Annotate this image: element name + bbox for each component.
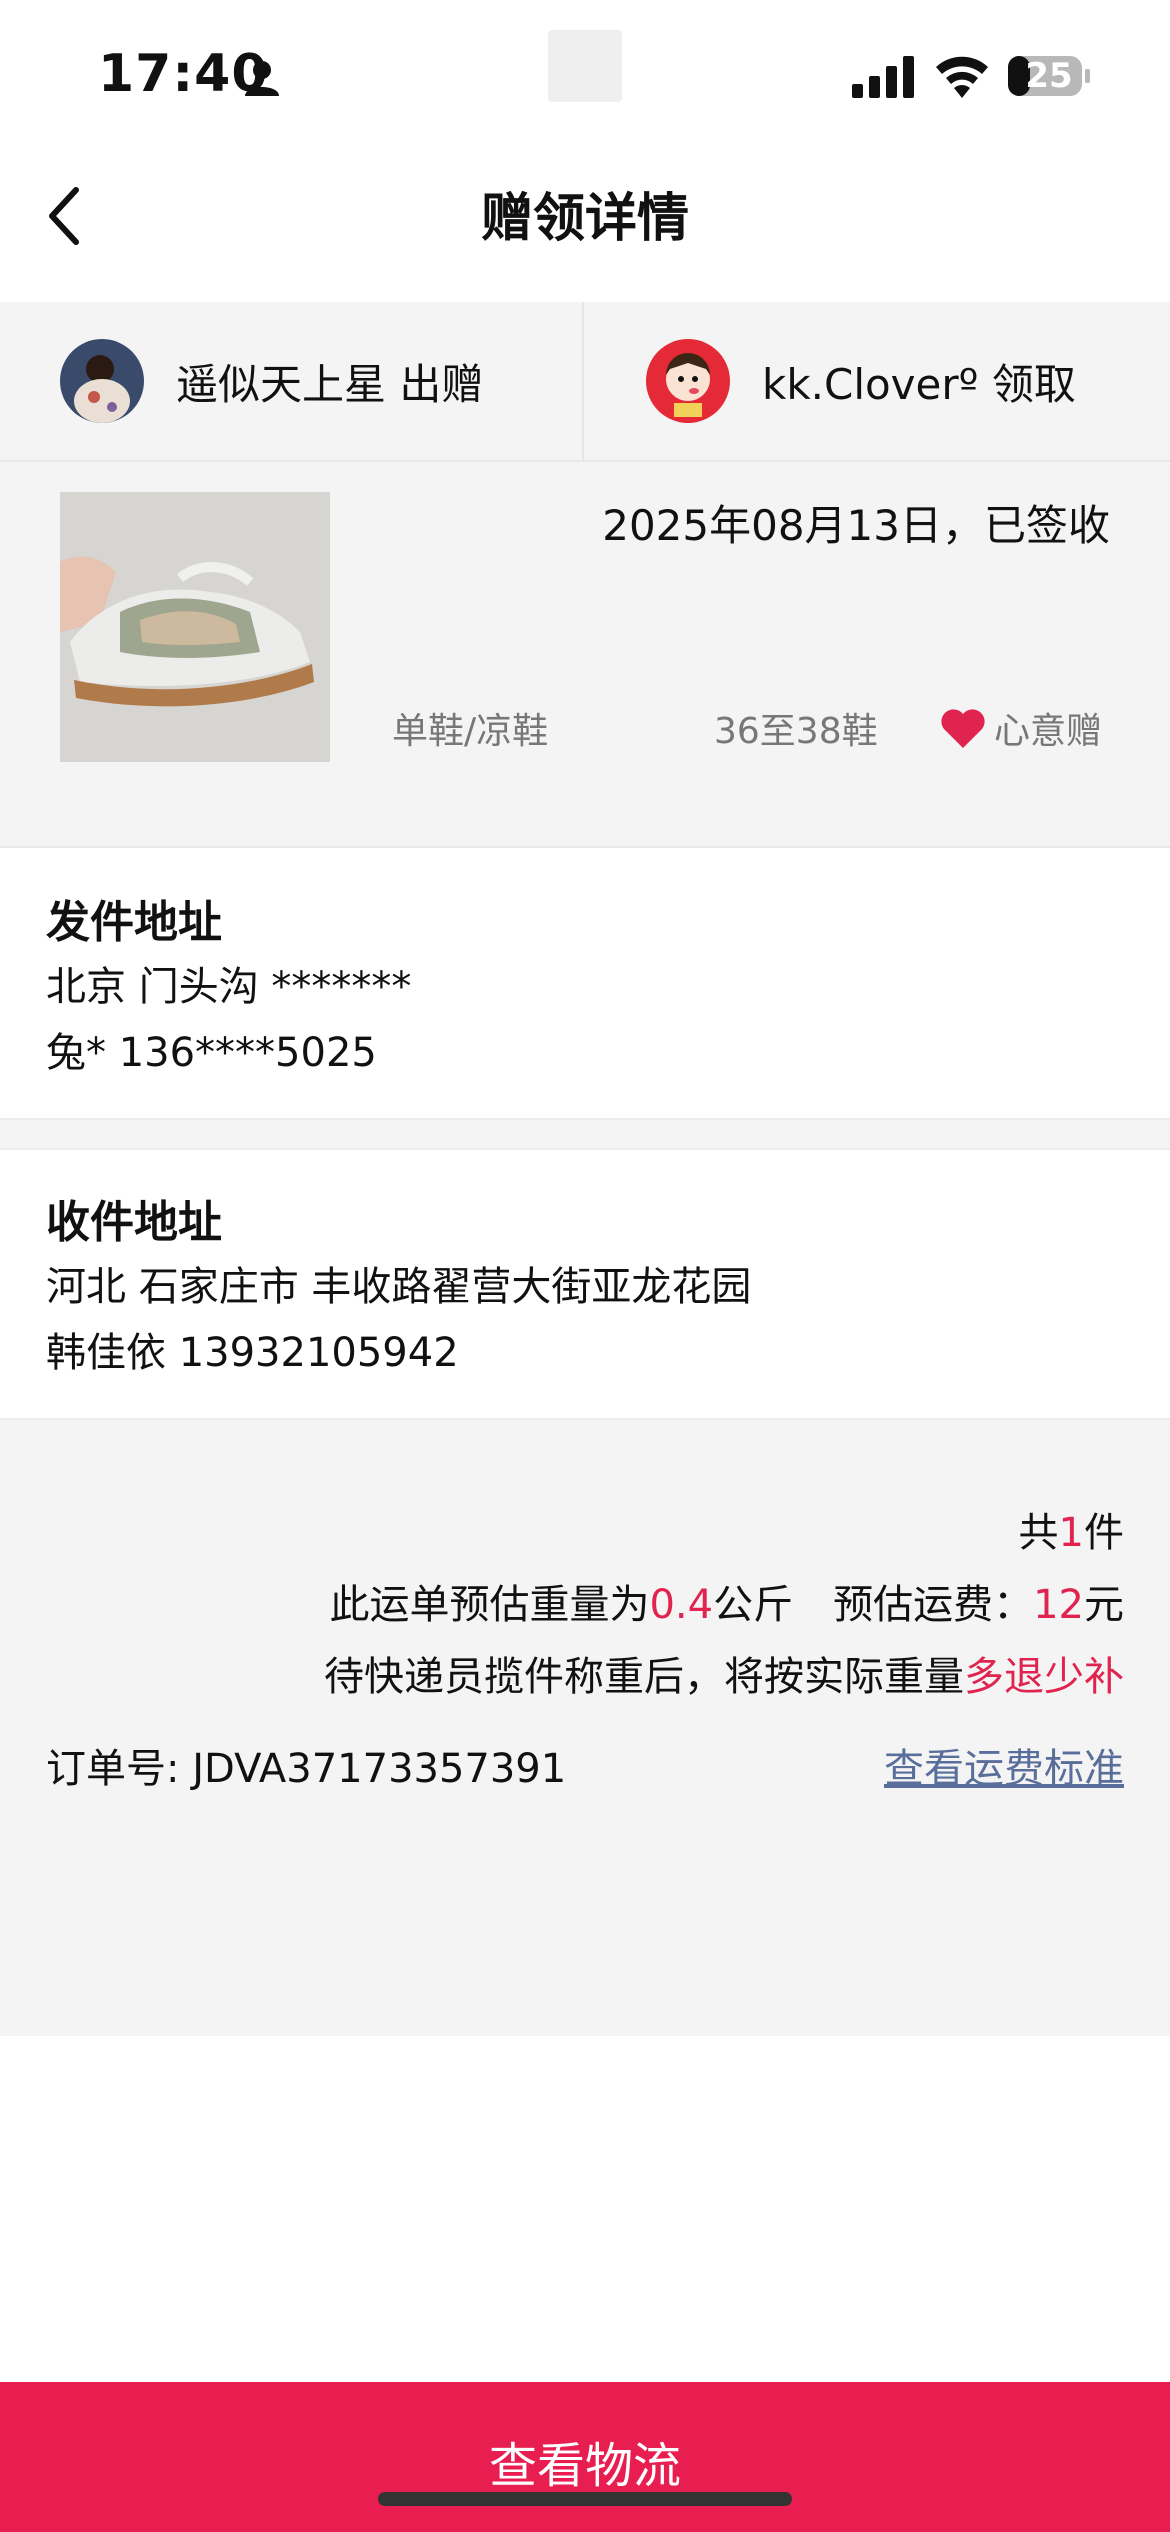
order-number: JDVA37173357391 [192, 1746, 567, 1792]
refund-note-line: 待快递员揽件称重后，将按实际重量多退少补 [324, 1644, 1124, 1702]
receiver-cell[interactable]: kk.Cloverº 领取 [586, 302, 1170, 460]
receiver-address: 河北 石家庄市 丰收路翟营大街亚龙花园 [46, 1264, 752, 1310]
fee-unit: 元 [1084, 1582, 1124, 1628]
note-highlight: 多退少补 [964, 1654, 1124, 1700]
item-tag: 心意赠 [994, 711, 1103, 752]
order-number-line: 订单号: JDVA37173357391 [46, 1736, 566, 1794]
sender-address: 北京 门头沟 ******* [46, 964, 412, 1010]
giver-text: 遥似天上星 出赠 [176, 351, 483, 412]
fee-label: 预估运费： [833, 1582, 1034, 1628]
section-divider [0, 1118, 1170, 1150]
item-section[interactable]: 2025年08月13日，已签收 单鞋/凉鞋 36至38鞋 心意赠 [0, 462, 1170, 848]
receiver-avatar [646, 339, 730, 423]
users-row: 遥似天上星 出赠 kk.Cloverº 领取 [0, 302, 1170, 462]
receiver-heading: 收件地址 [46, 1197, 222, 1248]
view-logistics-label: 查看物流 [488, 2438, 681, 2494]
cellular-signal-icon [852, 56, 914, 98]
item-status: 2025年08月13日，已签收 [602, 501, 1110, 550]
giver-avatar [60, 339, 144, 423]
battery-level: 25 [1025, 56, 1073, 96]
giver-action: 出赠 [399, 359, 484, 409]
item-count-line: 共1件 [1019, 1500, 1124, 1558]
giver-cell[interactable]: 遥似天上星 出赠 [0, 302, 584, 460]
weight-fee-line: 此运单预估重量为0.4公斤 预估运费：12元 [329, 1572, 1124, 1630]
order-label: 订单号: [46, 1746, 180, 1792]
person-icon [245, 61, 279, 96]
weight-prefix: 此运单预估重量为 [329, 1582, 650, 1628]
receiver-text: kk.Cloverº 领取 [762, 351, 1076, 412]
receiver-address-section: 收件地址 河北 石家庄市 丰收路翟营大街亚龙花园 韩佳依 13932105942 [0, 1150, 1170, 1418]
giver-name: 遥似天上星 [176, 359, 387, 409]
item-photo [60, 492, 330, 762]
fee-standard-link[interactable]: 查看运费标准 [884, 1736, 1124, 1794]
estimated-fee: 12 [1033, 1582, 1084, 1628]
shipping-summary: 共1件 此运单预估重量为0.4公斤 预估运费：12元 待快递员揽件称重后，将按实际… [0, 1418, 1170, 2036]
estimated-weight: 0.4 [649, 1582, 714, 1628]
receiver-contact: 韩佳依 13932105942 [46, 1330, 459, 1376]
count-suffix: 件 [1084, 1510, 1124, 1556]
sender-heading: 发件地址 [46, 897, 222, 948]
item-count: 1 [1058, 1510, 1084, 1556]
status-bar: 17:40 25 [0, 0, 1170, 140]
item-category: 单鞋/凉鞋 [392, 711, 549, 752]
note-prefix: 待快递员揽件称重后，将按实际重量 [324, 1654, 964, 1700]
view-logistics-button[interactable]: 查看物流 [0, 2382, 1170, 2532]
nav-bar: 赠领详情 [0, 140, 1170, 302]
sender-contact: 兔* 136****5025 [46, 1030, 377, 1076]
heart-icon [941, 709, 985, 748]
page-title: 赠领详情 [480, 189, 689, 249]
receiver-action: 领取 [991, 359, 1076, 409]
item-size: 36至38鞋 [714, 711, 878, 752]
weight-unit: 公斤 [713, 1582, 794, 1628]
sender-address-section: 发件地址 北京 门头沟 ******* 兔* 136****5025 [0, 850, 1170, 1118]
count-prefix: 共 [1018, 1510, 1059, 1556]
home-indicator [378, 2492, 792, 2506]
camera-notch-placeholder [548, 30, 622, 102]
receiver-name: kk.Cloverº [762, 359, 979, 409]
wifi-icon [936, 56, 988, 98]
